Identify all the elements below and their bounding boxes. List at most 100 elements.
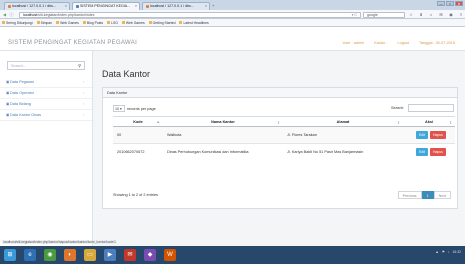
column-header-nama[interactable]: Nama Kantor ⇕ [163, 116, 283, 127]
bookmark-label: LSG [111, 20, 118, 25]
sidebar-item-label: Data Operator [10, 91, 35, 95]
tab-title: SISTEM PENGINGAT KEGIA... [80, 4, 131, 8]
app-icon[interactable]: ◆ [144, 249, 156, 261]
clock[interactable]: 16:32 [453, 250, 462, 254]
cell-kode: 00 [113, 126, 163, 144]
app-glyph: ◆ [147, 252, 153, 258]
sidebar-item-operator[interactable]: ▣ Data Operator ‹ [0, 88, 92, 99]
office-icon[interactable]: W [164, 249, 176, 261]
home-icon[interactable]: ⌂ [428, 12, 434, 18]
web-app: SISTEM PENGINGAT KEGIATAN PEGAWAI User :… [0, 27, 465, 246]
sidebar-item-label: Data Bidang [10, 102, 31, 106]
bookmark-item[interactable]: LSG [107, 21, 118, 25]
addon-icon[interactable]: ◉ [448, 12, 454, 18]
sidebar-item-kantor-dinas[interactable]: ▣ Data Kantor Dinas ‹ [0, 110, 92, 121]
app-glyph: e [28, 252, 32, 258]
tab-title: localhost / 127.0.0.1 / dbs... [12, 4, 56, 8]
table-row: 00 Walikota Jl. Flores Tarakan Edit Hapus [113, 126, 455, 144]
folder-icon [2, 21, 5, 25]
per-page-select[interactable]: 10 ▾ [113, 105, 125, 112]
chrome-icon[interactable]: ◉ [44, 249, 56, 261]
toolbar-icons: ☆ ⬇ ⌂ ✉ ◉ ≡ [408, 12, 464, 18]
folder-icon [56, 21, 60, 25]
edit-button[interactable]: Edit [416, 148, 429, 157]
address-path: /siti-kegiatan/index.php/kantor/index [37, 12, 95, 17]
browser-tab[interactable]: localhost / 127.0.0.1 / dbs... × [4, 2, 70, 10]
windows-icon[interactable]: ⊞ [4, 249, 16, 261]
bookmark-item[interactable]: Getting Started [148, 20, 176, 25]
close-tab-icon[interactable]: × [65, 4, 67, 8]
panel-title: Data Kantor [103, 88, 457, 98]
close-tab-icon[interactable]: × [135, 4, 137, 8]
delete-button[interactable]: Hapus [430, 148, 446, 157]
cell-nama: Walikota [163, 126, 283, 144]
sort-icon: ⇕ [276, 121, 280, 125]
address-host: localhost [23, 12, 38, 17]
favicon-icon [76, 4, 79, 8]
bookmark-item[interactable]: Sering Dikunjungi [2, 21, 33, 25]
search-icon[interactable]: ⚲ [78, 62, 81, 70]
sidebar-item-pegawai[interactable]: ▣ Data Pegawai ‹ [0, 77, 92, 88]
minimize-button[interactable]: — [437, 1, 445, 6]
address-bar[interactable]: localhost/siti-kegiatan/index.php/kantor… [19, 11, 361, 18]
volume-icon[interactable]: ♪ [448, 250, 450, 254]
date-label: Tanggal : 30-07-2015 [419, 41, 455, 45]
firefox-icon[interactable]: ◐ [64, 249, 76, 261]
table-header-row: Kode ▲ Nama Kantor ⇕ Alamat ⇕ Aksi ⇕ [113, 116, 455, 127]
mail-icon[interactable]: ✉ [124, 249, 136, 261]
folder-icon [36, 21, 40, 25]
column-header-kode[interactable]: Kode ▲ [113, 116, 163, 127]
address-dropdown-icon[interactable]: ▾ C [352, 13, 357, 18]
logout-link[interactable]: Logout [397, 41, 409, 45]
pager-page[interactable]: 1 [421, 191, 434, 199]
bookmark-label: Latest Headlines [183, 20, 209, 25]
chevron-left-icon: ‹ [82, 80, 84, 84]
column-label: Nama Kantor [211, 119, 235, 124]
bookmark-label: Simpan [40, 20, 53, 25]
lock-icon: ⓘ [9, 12, 14, 17]
browser-tab[interactable]: localhost / 127.0.0.1 / dbs... × [142, 2, 210, 10]
table-search-input[interactable] [408, 104, 454, 112]
folder-icon[interactable]: ▭ [84, 249, 96, 261]
folder-icon [107, 21, 111, 25]
bookmark-item[interactable]: Latest Headlines [179, 20, 209, 25]
maximize-button[interactable]: □ [446, 1, 454, 6]
bookmark-item[interactable]: Blog Posts [82, 21, 103, 25]
mail-icon[interactable]: ✉ [438, 12, 444, 18]
new-tab-button[interactable]: + [212, 3, 219, 9]
bookmark-star-icon[interactable]: ☆ [408, 12, 414, 18]
sort-asc-icon: ▲ [156, 120, 160, 124]
app-glyph: ◉ [47, 252, 53, 258]
bookmark-label: Getting Started [152, 20, 176, 25]
close-window-button[interactable]: ✕ [455, 1, 463, 6]
tab-title: localhost / 127.0.0.1 / dbs... [150, 4, 194, 8]
column-header-aksi[interactable]: Aksi ⇕ [403, 116, 455, 127]
pager-previous[interactable]: Previous [397, 191, 422, 199]
favicon-icon [8, 4, 11, 8]
ie-icon[interactable]: e [24, 249, 36, 261]
folder-icon [148, 21, 152, 25]
app-header: SISTEM PENGINGAT KEGIATAN PEGAWAI User :… [0, 27, 465, 51]
browser-tabstrip: localhost / 127.0.0.1 / dbs... × SISTEM … [0, 0, 465, 10]
browser-search-input[interactable]: google [363, 11, 405, 18]
delete-button[interactable]: Hapus [430, 131, 446, 139]
browser-tab-active[interactable]: SISTEM PENGINGAT KEGIA... × [72, 2, 140, 10]
close-tab-icon[interactable]: × [205, 4, 207, 8]
bookmark-item[interactable]: Web Games [56, 21, 79, 25]
back-icon[interactable]: ◀ [2, 12, 7, 17]
bookmark-item[interactable]: Web Games [121, 21, 145, 25]
download-icon[interactable]: ⬇ [418, 12, 424, 18]
media-icon[interactable]: ▶ [104, 249, 116, 261]
pager-next[interactable]: Next [433, 191, 451, 199]
table-info: Showing 1 to 2 of 2 entries [113, 193, 158, 197]
sidebar-search-input[interactable]: Search... ⚲ [7, 61, 85, 70]
column-header-alamat[interactable]: Alamat ⇕ [283, 116, 403, 127]
sidebar-item-bidang[interactable]: ▣ Data Bidang ‹ [0, 99, 92, 110]
edit-button[interactable]: Edit [416, 131, 429, 139]
flag-icon[interactable]: ⚑ [442, 250, 445, 254]
app-brand[interactable]: SISTEM PENGINGAT KEGIATAN PEGAWAI [8, 40, 137, 46]
tray-expand-icon[interactable]: ▲ [435, 250, 438, 254]
user-info: User : admin Kantor : Logout Tanggal : 3… [343, 41, 455, 45]
bookmark-item[interactable]: Simpan [36, 20, 53, 25]
menu-icon[interactable]: ≡ [458, 12, 464, 18]
